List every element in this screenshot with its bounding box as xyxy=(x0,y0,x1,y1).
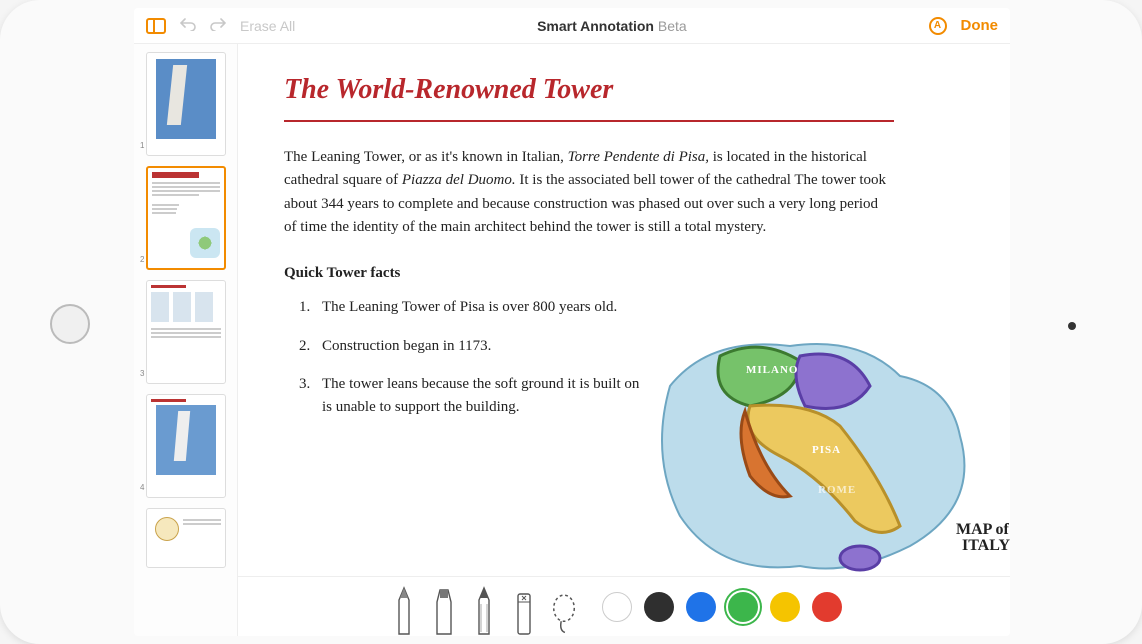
toolbar: Erase All Smart Annotation Beta A Done xyxy=(134,8,1010,44)
pencil-tool-icon[interactable] xyxy=(470,584,498,636)
facts-list: The Leaning Tower of Pisa is over 800 ye… xyxy=(284,296,644,418)
undo-icon[interactable] xyxy=(180,17,196,34)
pen-tool-icon[interactable] xyxy=(390,584,418,636)
title-strong: Smart Annotation xyxy=(537,18,654,34)
italy-map-illustration: MILANO PISA ROME MAP of ITALY xyxy=(650,316,1010,576)
title-rule xyxy=(284,120,894,122)
page-thumbnail[interactable] xyxy=(146,166,226,270)
color-swatch[interactable] xyxy=(770,592,800,622)
lasso-tool-icon[interactable] xyxy=(550,584,578,636)
toolbar-right: A Done xyxy=(929,17,999,35)
document-page[interactable]: The World-Renowned Tower The Leaning Tow… xyxy=(238,44,1010,636)
map-label-milano: MILANO xyxy=(746,364,798,376)
map-legend: MAP of ITALY xyxy=(956,522,1010,554)
color-swatch[interactable] xyxy=(602,592,632,622)
color-swatch[interactable] xyxy=(686,592,716,622)
title-suffix: Beta xyxy=(658,18,687,34)
home-button[interactable] xyxy=(50,304,90,344)
page-thumbnail[interactable] xyxy=(146,280,226,384)
page-thumbnail[interactable] xyxy=(146,52,226,156)
marker-tool-icon[interactable] xyxy=(430,584,458,636)
color-swatch[interactable] xyxy=(644,592,674,622)
page-title: The World-Renowned Tower xyxy=(284,74,1010,106)
color-swatches xyxy=(602,592,842,636)
list-item: Construction began in 1173. xyxy=(314,335,644,358)
color-swatch[interactable] xyxy=(728,592,758,622)
map-label-pisa: PISA xyxy=(812,444,841,456)
annotation-toolbar xyxy=(238,576,1010,636)
erase-all-button[interactable]: Erase All xyxy=(240,18,295,34)
sidebar-toggle-icon[interactable] xyxy=(146,18,166,34)
page-thumbnail[interactable] xyxy=(146,394,226,498)
tablet-frame: Erase All Smart Annotation Beta A Done 1 xyxy=(0,0,1142,644)
list-item: The tower leans because the soft ground … xyxy=(314,373,644,418)
content-area: 1 2 xyxy=(134,44,1010,636)
section-heading: Quick Tower facts xyxy=(284,265,1010,282)
page-thumbnail[interactable] xyxy=(146,508,226,568)
color-swatch[interactable] xyxy=(812,592,842,622)
toolbar-title: Smart Annotation Beta xyxy=(295,18,928,34)
camera-dot xyxy=(1068,322,1076,330)
app-screen: Erase All Smart Annotation Beta A Done 1 xyxy=(134,8,1010,636)
list-item: The Leaning Tower of Pisa is over 800 ye… xyxy=(314,296,644,319)
redo-icon[interactable] xyxy=(210,17,226,34)
toolbar-left: Erase All xyxy=(146,17,295,34)
map-label-rome: ROME xyxy=(818,484,856,496)
body-paragraph: The Leaning Tower, or as it's known in I… xyxy=(284,146,894,239)
eraser-tool-icon[interactable] xyxy=(510,584,538,636)
page-thumbnail-rail[interactable]: 1 2 xyxy=(134,44,238,636)
done-button[interactable]: Done xyxy=(961,17,999,34)
annotation-mode-icon[interactable]: A xyxy=(929,17,947,35)
